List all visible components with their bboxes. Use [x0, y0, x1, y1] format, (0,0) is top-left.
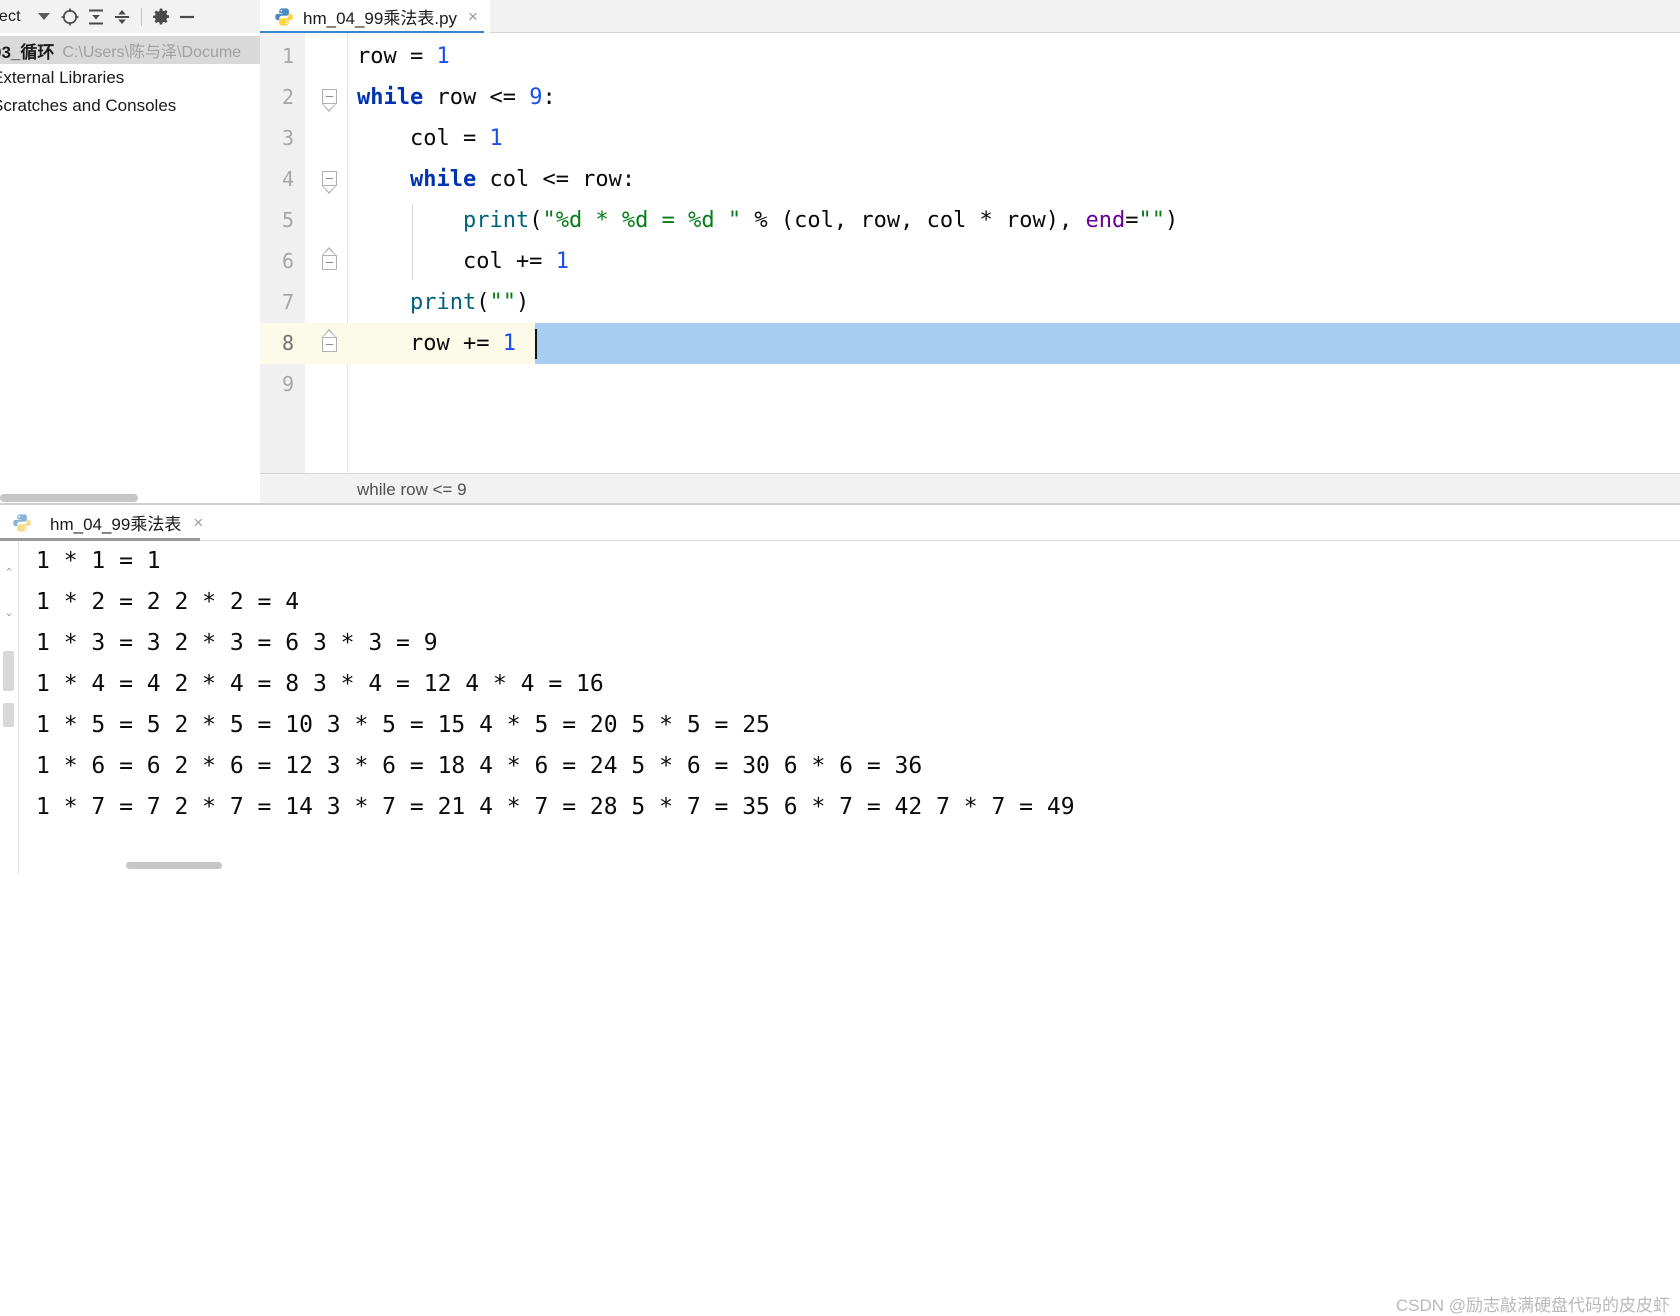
line-number: 9 [281, 372, 294, 396]
line-content: col = 1 [357, 126, 503, 151]
fold-end-icon[interactable] [322, 255, 337, 270]
code-line[interactable]: 9 [260, 364, 1680, 405]
close-icon[interactable]: × [468, 8, 478, 25]
code-line[interactable]: 2 while row <= 9: [260, 77, 1680, 118]
line-content: print("%d * %d = %d " % (col, row, col *… [462, 208, 1179, 233]
code-editor[interactable]: 1 row = 1 2 while row <= 9: 3 col = 1 4 … [260, 33, 1680, 473]
line-content: print("") [409, 290, 530, 315]
top-region: oject [0, 0, 1680, 506]
line-number: 2 [281, 85, 294, 109]
project-toolbar: oject [0, 0, 260, 34]
code-line[interactable]: 5 print("%d * %d = %d " % (col, row, col… [260, 200, 1680, 280]
line-number: 3 [281, 126, 294, 150]
project-panel-title: oject [0, 7, 21, 25]
line-content: col += 1 [357, 249, 569, 274]
fold-end-icon[interactable] [322, 337, 337, 352]
project-horizontal-scrollbar-thumb[interactable] [0, 494, 138, 502]
editor-tab-label: hm_04_99乘法表.py [303, 9, 458, 28]
line-number: 5 [281, 208, 294, 232]
locate-target-icon[interactable] [57, 4, 83, 30]
soft-wrap-toggle[interactable] [3, 651, 14, 691]
line-number: 7 [281, 290, 294, 314]
line-content: row = 1 [357, 44, 450, 69]
run-tool-window: hm_04_99乘法表 × ⌃ ⌄ 1 * 1 = 1 1 * 2 = 2 2 … [0, 505, 1680, 1315]
editor-tabbar: hm_04_99乘法表.py × [260, 0, 1680, 34]
fold-collapse-icon[interactable] [322, 171, 337, 186]
tree-item-project-root[interactable]: 03_循环 C:\Users\陈与泽\Docume [0, 36, 260, 64]
expand-all-icon[interactable] [83, 4, 109, 30]
selection-highlight [535, 323, 1680, 364]
minimize-icon[interactable] [174, 4, 200, 30]
python-run-icon [12, 513, 32, 533]
editor-tab-active[interactable]: hm_04_99乘法表.py × [260, 0, 490, 33]
chevron-down-icon[interactable] [31, 4, 57, 30]
fold-collapse-icon[interactable] [322, 89, 337, 104]
run-tab-active[interactable]: hm_04_99乘法表 × [6, 505, 209, 540]
scroll-down-icon[interactable]: ⌄ [3, 607, 15, 619]
code-line[interactable]: 1 row = 1 [260, 36, 1680, 77]
console-output-line: 1 * 7 = 7 2 * 7 = 14 3 * 7 = 21 4 * 7 = … [36, 794, 1075, 820]
close-icon[interactable]: × [193, 514, 203, 531]
fold-region-marker [322, 104, 337, 112]
code-line[interactable]: 7 print("") [260, 282, 1680, 323]
watermark: CSDN @励志敲满硬盘代码的皮皮虾 [1395, 1296, 1670, 1315]
tree-item-path: C:\Users\陈与泽\Docume [62, 44, 242, 61]
console-horizontal-scrollbar-thumb[interactable] [126, 862, 222, 869]
console-output-line: 1 * 6 = 6 2 * 6 = 12 3 * 6 = 18 4 * 6 = … [36, 753, 923, 779]
run-tabbar: hm_04_99乘法表 × [0, 505, 1680, 541]
code-line[interactable]: 4 while col <= row: [260, 159, 1680, 200]
tree-item-label: Scratches and Consoles [0, 96, 177, 115]
console-horizontal-scrollbar-track[interactable] [20, 860, 1680, 870]
line-number: 6 [281, 249, 294, 273]
console-output-line: 1 * 4 = 4 2 * 4 = 8 3 * 4 = 12 4 * 4 = 1… [36, 671, 604, 697]
gear-icon[interactable] [148, 4, 174, 30]
breadcrumb[interactable]: while row <= 9 [357, 474, 467, 506]
project-tool-window: oject [0, 0, 261, 505]
code-line[interactable]: 6 col += 1 [260, 241, 1680, 282]
print-toggle[interactable] [3, 703, 14, 727]
editor-breadcrumb-bar: while row <= 9 [260, 473, 1680, 506]
collapse-all-icon[interactable] [109, 4, 135, 30]
python-file-icon [274, 7, 294, 27]
code-line[interactable]: 3 col = 1 [260, 118, 1680, 159]
line-number: 8 [281, 331, 294, 355]
console-output-line: 1 * 1 = 1 [36, 548, 161, 574]
run-toolbar-sidebar: ⌃ ⌄ [0, 541, 19, 874]
console-output-line: 1 * 3 = 3 2 * 3 = 6 3 * 3 = 9 [36, 630, 438, 656]
text-caret [535, 329, 537, 359]
fold-region-end-marker [322, 329, 337, 337]
code-line-current[interactable]: 8 row += 1 [260, 323, 1680, 364]
fold-region-marker [322, 186, 337, 194]
tree-item-label: External Libraries [0, 68, 125, 87]
fold-region-end-marker [322, 247, 337, 255]
console-output[interactable]: 1 * 1 = 1 1 * 2 = 2 2 * 2 = 4 1 * 3 = 3 … [20, 541, 1680, 874]
line-number: 4 [281, 167, 294, 191]
project-tree[interactable]: 03_循环 C:\Users\陈与泽\Docume External Libra… [0, 33, 260, 488]
line-content: while row <= 9: [357, 85, 556, 110]
tree-item-label: 03_循环 [0, 42, 55, 62]
tree-item-scratches-and-consoles[interactable]: Scratches and Consoles [0, 92, 260, 120]
scroll-up-icon[interactable]: ⌃ [3, 567, 15, 579]
toolbar-separator [140, 7, 142, 26]
run-tab-label: hm_04_99乘法表 [50, 515, 182, 534]
editor-region: hm_04_99乘法表.py × 1 row = 1 2 while row <… [260, 0, 1680, 506]
line-content: row += 1 [357, 331, 516, 356]
console-output-line: 1 * 5 = 5 2 * 5 = 10 3 * 5 = 15 4 * 5 = … [36, 712, 770, 738]
pycharm-window: oject [0, 0, 1680, 1315]
line-number: 1 [281, 44, 294, 68]
console-output-line: 1 * 2 = 2 2 * 2 = 4 [36, 589, 300, 615]
tree-item-external-libraries[interactable]: External Libraries [0, 64, 260, 92]
line-content: while col <= row: [409, 167, 636, 192]
